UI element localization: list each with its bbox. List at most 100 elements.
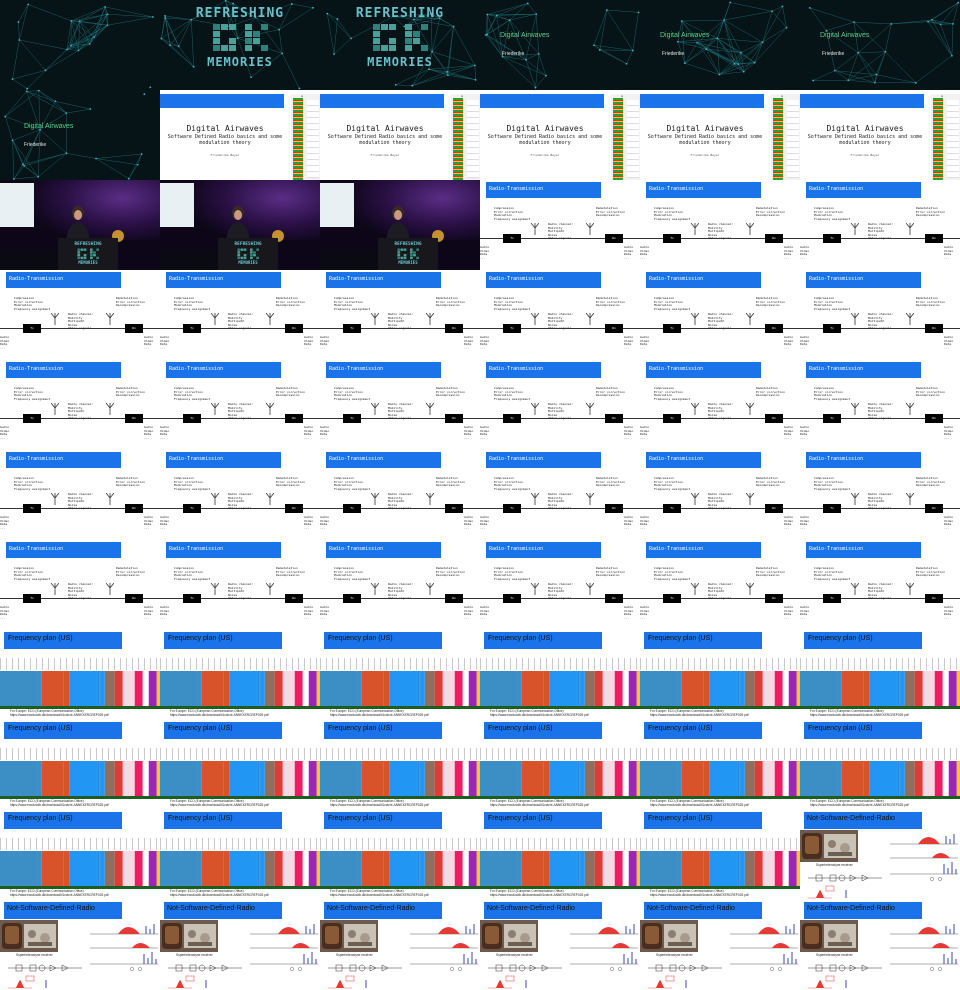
slide-thumbnail-strip: Ξ bbox=[611, 94, 640, 180]
frequency-plan-slide[interactable]: Frequency plan (US) For Europe: ECO (Eur… bbox=[320, 810, 480, 900]
slide-header-bar bbox=[160, 94, 284, 108]
radio-transmission-slide[interactable]: Radio-Transmission Compression Error cor… bbox=[800, 270, 960, 360]
frequency-plan-slide[interactable]: Frequency plan (US) For Europe: ECO (Eur… bbox=[0, 720, 160, 810]
logo-frame[interactable]: REFRESHING MEMORIES bbox=[320, 0, 480, 90]
radio-transmission-slide[interactable]: Radio-Transmission Compression Error cor… bbox=[800, 360, 960, 450]
radio-transmission-slide[interactable]: Radio-Transmission Compression Error cor… bbox=[160, 270, 320, 360]
talk-title-frame[interactable]: Digital Airwaves Friederike bbox=[640, 0, 800, 90]
frequency-band bbox=[584, 671, 595, 709]
frequency-plan-slide[interactable]: Frequency plan (US) For Europe: ECO (Eur… bbox=[800, 630, 960, 720]
mark-block bbox=[240, 256, 244, 260]
not-sdr-slide[interactable]: Not-Software-Defined-Radio Superheterody… bbox=[800, 900, 960, 990]
radio-photo bbox=[0, 920, 58, 952]
radio-transmission-slide[interactable]: Radio-Transmission Compression Error cor… bbox=[320, 270, 480, 360]
radio-transmission-slide[interactable]: Radio-Transmission Compression Error cor… bbox=[480, 450, 640, 540]
talk-title-frame[interactable]: Digital Airwaves Friederike bbox=[480, 0, 640, 90]
radio-transmission-slide[interactable]: Radio-Transmission Compression Error cor… bbox=[640, 180, 800, 270]
talk-title-frame[interactable]: Digital Airwaves Friederike bbox=[800, 0, 960, 90]
frequency-plan-slide[interactable]: Frequency plan (US) For Europe: ECO (Eur… bbox=[640, 720, 800, 810]
not-sdr-slide[interactable]: Not-Software-Defined-Radio Superheterody… bbox=[320, 900, 480, 990]
title-slide-frame[interactable]: Ξ Digital Airwaves Software Defined Radi… bbox=[800, 90, 960, 180]
stage-floor bbox=[160, 250, 218, 270]
radio-transmission-slide[interactable]: Radio-Transmission Compression Error cor… bbox=[480, 270, 640, 360]
mark-block bbox=[413, 31, 420, 37]
frequency-band bbox=[942, 671, 949, 709]
radio-transmission-slide[interactable]: Radio-Transmission Compression Error cor… bbox=[0, 360, 160, 450]
slide-header-bar: Frequency plan (US) bbox=[644, 812, 762, 829]
frequency-band bbox=[782, 671, 789, 709]
stage-floor bbox=[320, 250, 378, 270]
title-slide-frame[interactable]: Ξ Digital Airwaves Software Defined Radi… bbox=[160, 90, 320, 180]
title-slide-frame[interactable]: Ξ Digital Airwaves Software Defined Radi… bbox=[640, 90, 800, 180]
title-slide-frame[interactable]: Ξ Digital Airwaves Software Defined Radi… bbox=[320, 90, 480, 180]
radio-transmission-slide[interactable]: Radio-Transmission Compression Error cor… bbox=[160, 360, 320, 450]
frequency-band bbox=[442, 671, 455, 709]
frequency-plan-slide[interactable]: Frequency plan (US) For Europe: ECO (Eur… bbox=[640, 630, 800, 720]
radio-transmission-slide[interactable]: Radio-Transmission Compression Error cor… bbox=[0, 540, 160, 630]
note-url: https://www.ecodocdb.dk/download/d1cctc/… bbox=[10, 712, 109, 717]
spectrum-plots bbox=[570, 924, 638, 971]
speaker-video-frame[interactable]: REFRESHING MEMORIES bbox=[160, 180, 320, 270]
mark-block bbox=[403, 256, 407, 260]
not-sdr-slide[interactable]: Not-Software-Defined-Radio Superheterody… bbox=[160, 900, 320, 990]
title-slide-frame[interactable]: Ξ Digital Airwaves Software Defined Radi… bbox=[480, 90, 640, 180]
radio-transmission-slide[interactable]: Radio-Transmission Compression Error cor… bbox=[640, 450, 800, 540]
not-sdr-slide[interactable]: Not-Software-Defined-Radio Superheterody… bbox=[640, 900, 800, 990]
radio-transmission-slide[interactable]: Radio-Transmission Compression Error cor… bbox=[640, 540, 800, 630]
frequency-plan-slide[interactable]: Frequency plan (US) For Europe: ECO (Eur… bbox=[320, 630, 480, 720]
radio-transmission-slide[interactable]: Radio-Transmission Compression Error cor… bbox=[480, 360, 640, 450]
slide-title: Frequency plan (US) bbox=[648, 635, 713, 642]
frequency-plan-slide[interactable]: Frequency plan (US) For Europe: ECO (Eur… bbox=[320, 720, 480, 810]
frequency-band bbox=[352, 761, 358, 799]
radio-transmission-slide[interactable]: Radio-Transmission Compression Error cor… bbox=[800, 540, 960, 630]
not-sdr-slide[interactable]: Not-Software-Defined-Radio Superheterody… bbox=[0, 900, 160, 990]
antenna-icon bbox=[906, 493, 914, 505]
talk-title-frame[interactable]: Digital Airwaves Friederike bbox=[0, 90, 160, 180]
lectern-logo: REFRESHING MEMORIES bbox=[224, 242, 272, 265]
transmitter-steps: Compression Error correction Modulation … bbox=[174, 566, 211, 581]
frequency-plan-slide[interactable]: Frequency plan (US) For Europe: ECO (Eur… bbox=[160, 810, 320, 900]
frequency-plan-slide[interactable]: Frequency plan (US) For Europe: ECO (Eur… bbox=[0, 810, 160, 900]
transmitter-steps: Compression Error correction Modulation … bbox=[654, 296, 691, 311]
intro-frame[interactable] bbox=[0, 0, 160, 90]
frequency-plan-slide[interactable]: Frequency plan (US) For Europe: ECO (Eur… bbox=[480, 630, 640, 720]
radio-transmission-slide[interactable]: Radio-Transmission Compression Error cor… bbox=[320, 540, 480, 630]
radio-transmission-slide[interactable]: Radio-Transmission Compression Error cor… bbox=[160, 450, 320, 540]
network-node bbox=[742, 70, 745, 73]
frequency-plan-slide[interactable]: Frequency plan (US) For Europe: ECO (Eur… bbox=[480, 720, 640, 810]
speaker-video-frame[interactable]: REFRESHING MEMORIES bbox=[0, 180, 160, 270]
antenna-icon bbox=[51, 403, 59, 415]
talk-title: Digital Airwaves bbox=[500, 32, 550, 39]
radio-transmission-slide[interactable]: Radio-Transmission Compression Error cor… bbox=[0, 270, 160, 360]
frequency-band bbox=[602, 851, 615, 889]
network-link bbox=[723, 2, 731, 21]
not-sdr-slide[interactable]: Not-Software-Defined-Radio Superheterody… bbox=[800, 810, 960, 900]
frequency-plan-slide[interactable]: Frequency plan (US) For Europe: ECO (Eur… bbox=[480, 810, 640, 900]
logo-frame[interactable]: REFRESHING MEMORIES bbox=[160, 0, 320, 90]
radio-transmission-slide[interactable]: Radio-Transmission Compression Error cor… bbox=[320, 450, 480, 540]
radio-transmission-slide[interactable]: Radio-Transmission Compression Error cor… bbox=[800, 180, 960, 270]
speaker-video-frame[interactable]: REFRESHING MEMORIES bbox=[320, 180, 480, 270]
frequency-plan-slide[interactable]: Frequency plan (US) For Europe: ECO (Eur… bbox=[800, 720, 960, 810]
frequency-band bbox=[41, 761, 64, 799]
radio-transmission-slide[interactable]: Radio-Transmission Compression Error cor… bbox=[160, 540, 320, 630]
slide-title: Digital Airwaves bbox=[666, 124, 744, 133]
mark-block bbox=[397, 251, 401, 254]
frequency-plan-slide[interactable]: Frequency plan (US) For Europe: ECO (Eur… bbox=[160, 720, 320, 810]
frequency-plan-slide[interactable]: Frequency plan (US) For Europe: ECO (Eur… bbox=[640, 810, 800, 900]
network-link bbox=[525, 59, 547, 76]
frequency-plan-slide[interactable]: Frequency plan (US) For Europe: ECO (Eur… bbox=[160, 630, 320, 720]
radio-transmission-slide[interactable]: Radio-Transmission Compression Error cor… bbox=[640, 270, 800, 360]
frequency-plan-slide[interactable]: Frequency plan (US) For Europe: ECO (Eur… bbox=[0, 630, 160, 720]
network-link bbox=[535, 75, 547, 88]
radio-transmission-slide[interactable]: Radio-Transmission Compression Error cor… bbox=[800, 450, 960, 540]
radio-transmission-slide[interactable]: Radio-Transmission Compression Error cor… bbox=[480, 540, 640, 630]
radio-transmission-slide[interactable]: Radio-Transmission Compression Error cor… bbox=[0, 450, 160, 540]
not-sdr-slide[interactable]: Not-Software-Defined-Radio Superheterody… bbox=[480, 900, 640, 990]
network-node bbox=[446, 70, 449, 73]
radio-transmission-slide[interactable]: Radio-Transmission Compression Error cor… bbox=[480, 180, 640, 270]
radio-transmission-slide[interactable]: Radio-Transmission Compression Error cor… bbox=[640, 360, 800, 450]
slide-subtitle: Software Defined Radio basics and some mo… bbox=[482, 134, 608, 146]
diagram-caption: Superheterodyne receiver bbox=[816, 863, 853, 867]
radio-transmission-slide[interactable]: Radio-Transmission Compression Error cor… bbox=[320, 360, 480, 450]
